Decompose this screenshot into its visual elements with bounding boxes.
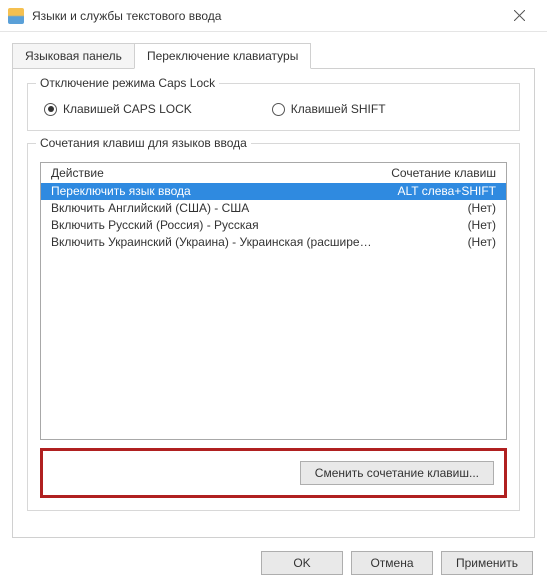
tab-panel: Отключение режима Caps Lock Клавишей CAP… [12, 69, 535, 538]
radio-capslock[interactable]: Клавишей CAPS LOCK [44, 102, 192, 116]
list-item[interactable]: Включить Английский (США) - США (Нет) [41, 200, 506, 217]
cell-action: Включить Украинский (Украина) - Украинск… [51, 235, 376, 249]
close-button[interactable] [499, 2, 539, 30]
radio-label: Клавишей CAPS LOCK [63, 102, 192, 116]
cell-hotkey: ALT слева+SHIFT [376, 184, 496, 198]
capslock-groupbox: Отключение режима Caps Lock Клавишей CAP… [27, 83, 520, 131]
tab-label: Переключение клавиатуры [147, 49, 298, 63]
radio-icon [44, 103, 57, 116]
radio-label: Клавишей SHIFT [291, 102, 386, 116]
column-header-hotkey: Сочетание клавиш [366, 166, 496, 180]
dialog-window: Языки и службы текстового ввода Языковая… [0, 0, 547, 587]
ok-button[interactable]: OK [261, 551, 343, 575]
tab-label: Языковая панель [25, 49, 122, 63]
change-hotkey-button[interactable]: Сменить сочетание клавиш... [300, 461, 494, 485]
hotkeys-groupbox: Сочетания клавиш для языков ввода Действ… [27, 143, 520, 511]
tab-keyboard-switch[interactable]: Переключение клавиатуры [134, 43, 311, 69]
client-area: Языковая панель Переключение клавиатуры … [0, 32, 547, 550]
list-body: Переключить язык ввода ALT слева+SHIFT В… [41, 183, 506, 439]
app-icon [8, 8, 24, 24]
button-label: Отмена [370, 556, 413, 570]
radio-icon [272, 103, 285, 116]
radio-shift[interactable]: Клавишей SHIFT [272, 102, 386, 116]
list-item[interactable]: Переключить язык ввода ALT слева+SHIFT [41, 183, 506, 200]
apply-button[interactable]: Применить [441, 551, 533, 575]
close-icon [514, 10, 525, 21]
hotkeys-listview[interactable]: Действие Сочетание клавиш Переключить яз… [40, 162, 507, 440]
cancel-button[interactable]: Отмена [351, 551, 433, 575]
cell-action: Переключить язык ввода [51, 184, 376, 198]
cell-hotkey: (Нет) [376, 218, 496, 232]
cell-action: Включить Английский (США) - США [51, 201, 376, 215]
tab-strip: Языковая панель Переключение клавиатуры [12, 42, 535, 69]
cell-action: Включить Русский (Россия) - Русская [51, 218, 376, 232]
groupbox-legend: Сочетания клавиш для языков ввода [36, 136, 251, 150]
list-item[interactable]: Включить Русский (Россия) - Русская (Нет… [41, 217, 506, 234]
list-header: Действие Сочетание клавиш [41, 163, 506, 183]
list-item[interactable]: Включить Украинский (Украина) - Украинск… [41, 234, 506, 251]
radio-group: Клавишей CAPS LOCK Клавишей SHIFT [40, 98, 507, 118]
column-header-action: Действие [51, 166, 366, 180]
button-label: OK [293, 556, 310, 570]
window-title: Языки и службы текстового ввода [32, 9, 499, 23]
button-label: Сменить сочетание клавиш... [315, 466, 479, 480]
cell-hotkey: (Нет) [376, 201, 496, 215]
groupbox-legend: Отключение режима Caps Lock [36, 76, 219, 90]
dialog-footer: OK Отмена Применить [261, 551, 533, 575]
titlebar: Языки и службы текстового ввода [0, 0, 547, 32]
tab-language-bar[interactable]: Языковая панель [12, 43, 135, 69]
button-label: Применить [456, 556, 518, 570]
change-hotkey-row: Сменить сочетание клавиш... [40, 448, 507, 498]
cell-hotkey: (Нет) [376, 235, 496, 249]
